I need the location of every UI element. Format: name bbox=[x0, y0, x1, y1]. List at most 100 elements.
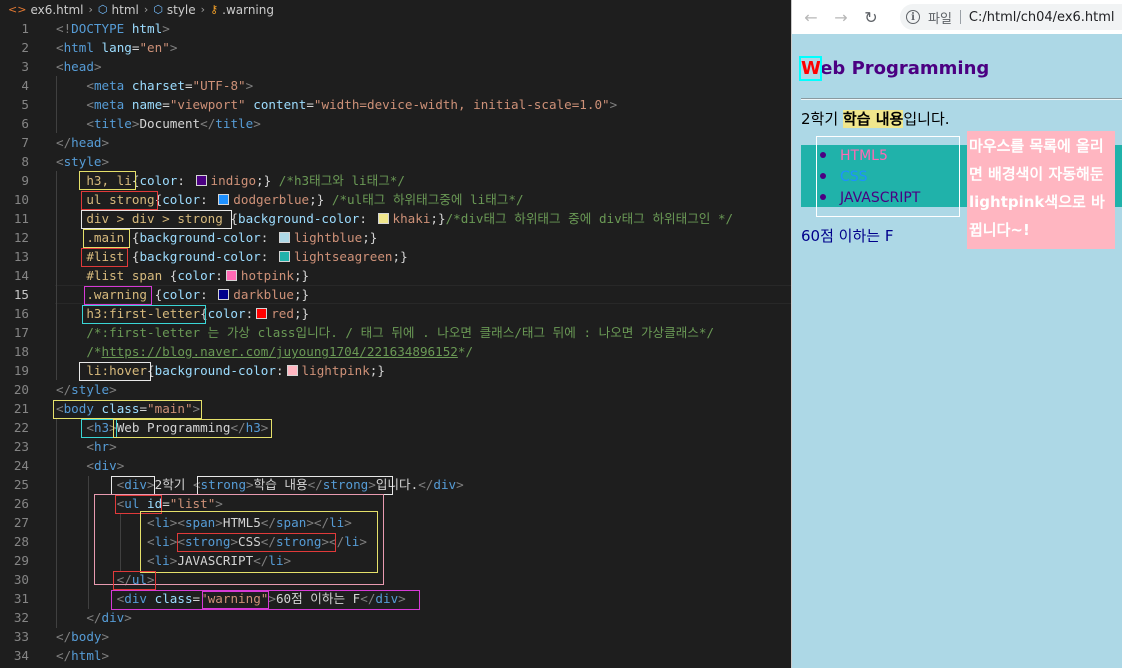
code-line[interactable]: 8 <style> bbox=[0, 152, 791, 171]
line-number: 1 bbox=[21, 21, 29, 36]
line-number: 22 bbox=[13, 420, 29, 435]
line-number: 26 bbox=[13, 496, 29, 511]
info-icon[interactable]: i bbox=[906, 10, 920, 24]
line-number: 25 bbox=[13, 477, 29, 492]
indent-guide bbox=[56, 419, 57, 628]
line-number: 30 bbox=[13, 572, 29, 587]
indent-guide bbox=[88, 476, 89, 609]
forward-arrow-icon[interactable]: → bbox=[830, 6, 852, 28]
code-line[interactable]: 29 <li>JAVASCRIPT</li> bbox=[0, 551, 791, 570]
line-number: 31 bbox=[13, 591, 29, 606]
html-file-icon: <> bbox=[8, 3, 27, 16]
code-line[interactable]: 13 #list {background-color: lightseagree… bbox=[0, 247, 791, 266]
code-line[interactable]: 11 div > div > strong {background-color:… bbox=[0, 209, 791, 228]
code-line[interactable]: 28 <li><strong>CSS</strong></li> bbox=[0, 532, 791, 551]
line-number: 33 bbox=[13, 629, 29, 644]
line-number: 23 bbox=[13, 439, 29, 454]
code-line[interactable]: 10 ul strong{color: dodgerblue;} /*ul태그 … bbox=[0, 190, 791, 209]
list-annotation-box bbox=[816, 136, 960, 217]
indent-guide bbox=[56, 76, 57, 133]
intro-text: 2학기 학습 내용입니다. bbox=[801, 110, 950, 128]
code-line[interactable]: 21 <body class="main"> bbox=[0, 399, 791, 418]
code-line[interactable]: 34 </html> bbox=[0, 646, 791, 665]
code-line[interactable]: 27 <li><span>HTML5</span></li> bbox=[0, 513, 791, 532]
page-heading: Web Programming bbox=[798, 56, 990, 81]
line-number: 14 bbox=[13, 268, 29, 283]
url-text[interactable]: C:/html/ch04/ex6.html bbox=[969, 10, 1115, 25]
line-number: 8 bbox=[21, 154, 29, 169]
reload-icon[interactable]: ↻ bbox=[860, 6, 882, 28]
line-number: 13 bbox=[13, 249, 29, 264]
line-number: 2 bbox=[21, 40, 29, 55]
hover-note: 마우스를 목록에 올리면 배경색이 자동해둔 lightpink색으로 바뀝니다… bbox=[967, 131, 1115, 249]
breadcrumb-item-html[interactable]: ⬡ html bbox=[98, 3, 139, 17]
code-line[interactable]: 30 </ul> bbox=[0, 570, 791, 589]
code-line[interactable]: 18 /*https://blog.naver.com/juyoung1704/… bbox=[0, 342, 791, 361]
chevron-right-icon: › bbox=[143, 3, 149, 16]
browser-window: ← → ↻ i 파일 C:/html/ch04/ex6.html Web Pro… bbox=[791, 0, 1122, 668]
code-line[interactable]: 16 h3:first-letter{color: red;} bbox=[0, 304, 791, 323]
line-number: 16 bbox=[13, 306, 29, 321]
code-line[interactable]: 17 /*:first-letter 는 가상 class입니다. / 태그 뒤… bbox=[0, 323, 791, 342]
line-number: 9 bbox=[21, 173, 29, 188]
line-number: 15 bbox=[13, 287, 29, 302]
browser-toolbar: ← → ↻ i 파일 C:/html/ch04/ex6.html bbox=[792, 0, 1122, 34]
line-number: 17 bbox=[13, 325, 29, 340]
indent-guide bbox=[56, 171, 57, 380]
code-line[interactable]: 2 <html lang="en"> bbox=[0, 38, 791, 57]
code-line-active[interactable]: 15 .warning {color: darkblue;} bbox=[0, 285, 791, 304]
code-line[interactable]: 26 <ul id="list"> bbox=[0, 494, 791, 513]
line-number: 32 bbox=[13, 610, 29, 625]
code-line[interactable]: 24 <div> bbox=[0, 456, 791, 475]
breadcrumb-item-warning[interactable]: ⚷ .warning bbox=[210, 3, 274, 17]
code-line[interactable]: 6 <title>Document</title> bbox=[0, 114, 791, 133]
breadcrumb: <> ex6.html › ⬡ html › ⬡ style › ⚷ .warning bbox=[0, 0, 791, 19]
heading-first-letter: W bbox=[798, 56, 823, 81]
code-line[interactable]: 23 <hr> bbox=[0, 437, 791, 456]
scheme-label: 파일 bbox=[928, 11, 952, 27]
cube-icon: ⬡ bbox=[153, 3, 163, 16]
line-number: 3 bbox=[21, 59, 29, 74]
line-number: 4 bbox=[21, 78, 29, 93]
code-line[interactable]: 14 #list span {color: hotpink;} bbox=[0, 266, 791, 285]
code-line[interactable]: 4 <meta charset="UTF-8"> bbox=[0, 76, 791, 95]
strong-highlight: 학습 내용 bbox=[842, 110, 904, 128]
horizontal-rule bbox=[801, 98, 1122, 100]
line-number: 34 bbox=[13, 648, 29, 663]
code-line[interactable]: 20 </style> bbox=[0, 380, 791, 399]
code-line[interactable]: 3 <head> bbox=[0, 57, 791, 76]
code-line[interactable]: 12 .main {background-color: lightblue;} bbox=[0, 228, 791, 247]
code-line[interactable]: 19 li:hover{background-color: lightpink;} bbox=[0, 361, 791, 380]
indent-guide bbox=[120, 514, 121, 571]
code-line[interactable]: 25 <div>2학기 <strong>학습 내용</strong>입니다.</… bbox=[0, 475, 791, 494]
chevron-right-icon: › bbox=[88, 3, 93, 16]
address-bar[interactable]: i 파일 C:/html/ch04/ex6.html bbox=[900, 4, 1122, 30]
code-line[interactable]: 22 <h3>Web Programming</h3> bbox=[0, 418, 791, 437]
code-line[interactable]: 33 </body> bbox=[0, 627, 791, 646]
code-line[interactable]: 7 </head> bbox=[0, 133, 791, 152]
code-line[interactable]: 32 </div> bbox=[0, 608, 791, 627]
line-number: 24 bbox=[13, 458, 29, 473]
code-line[interactable]: 1 <!DOCTYPE html> bbox=[0, 19, 791, 38]
breadcrumb-item-style[interactable]: ⬡ style bbox=[153, 3, 195, 17]
line-number: 29 bbox=[13, 553, 29, 568]
symbol-key-icon: ⚷ bbox=[210, 3, 219, 16]
chevron-right-icon: › bbox=[200, 3, 206, 16]
code-line[interactable]: 5 <meta name="viewport" content="width=d… bbox=[0, 95, 791, 114]
code-line[interactable]: 31 <div class="warning">60점 이하는 F</div> bbox=[0, 589, 791, 608]
warning-text: 60점 이하는 F bbox=[801, 227, 894, 245]
page-viewport: Web Programming 2학기 학습 내용입니다. HTML5 CSS … bbox=[792, 34, 1122, 668]
code-area[interactable]: 1 <!DOCTYPE html> 2 <html lang="en"> 3 <hea… bbox=[0, 19, 791, 665]
back-arrow-icon[interactable]: ← bbox=[800, 6, 822, 28]
line-number: 7 bbox=[21, 135, 29, 150]
line-number: 21 bbox=[13, 401, 29, 416]
line-number: 18 bbox=[13, 344, 29, 359]
line-number: 10 bbox=[13, 192, 29, 207]
divider bbox=[959, 10, 961, 24]
code-editor[interactable]: <> ex6.html › ⬡ html › ⬡ style › ⚷ .warning … bbox=[0, 0, 791, 668]
line-number: 5 bbox=[21, 97, 29, 112]
line-number: 27 bbox=[13, 515, 29, 530]
cube-icon: ⬡ bbox=[97, 3, 108, 16]
breadcrumb-item-file[interactable]: <> ex6.html bbox=[8, 3, 84, 17]
code-line[interactable]: 9 h3, li{color: indigo;} /*h3태그와 li태그*/ bbox=[0, 171, 791, 190]
